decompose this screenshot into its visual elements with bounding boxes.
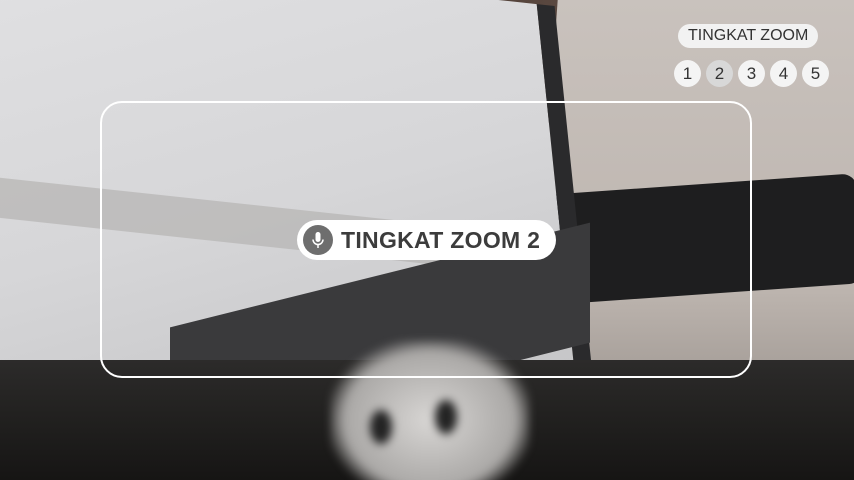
zoom-level-5-button[interactable]: 5 bbox=[802, 60, 829, 87]
zoom-level-4-button[interactable]: 4 bbox=[770, 60, 797, 87]
current-zoom-indicator[interactable]: TINGKAT ZOOM 2 bbox=[297, 220, 557, 260]
zoom-level-2-button[interactable]: 2 bbox=[706, 60, 733, 87]
current-zoom-label: TINGKAT ZOOM 2 bbox=[341, 226, 541, 253]
microphone-icon bbox=[303, 225, 333, 255]
zoom-level-selector: 1 2 3 4 5 bbox=[674, 60, 829, 87]
zoom-levels-title: TINGKAT ZOOM bbox=[678, 24, 819, 48]
zoom-level-1-button[interactable]: 1 bbox=[674, 60, 701, 87]
zoom-level-3-button[interactable]: 3 bbox=[738, 60, 765, 87]
